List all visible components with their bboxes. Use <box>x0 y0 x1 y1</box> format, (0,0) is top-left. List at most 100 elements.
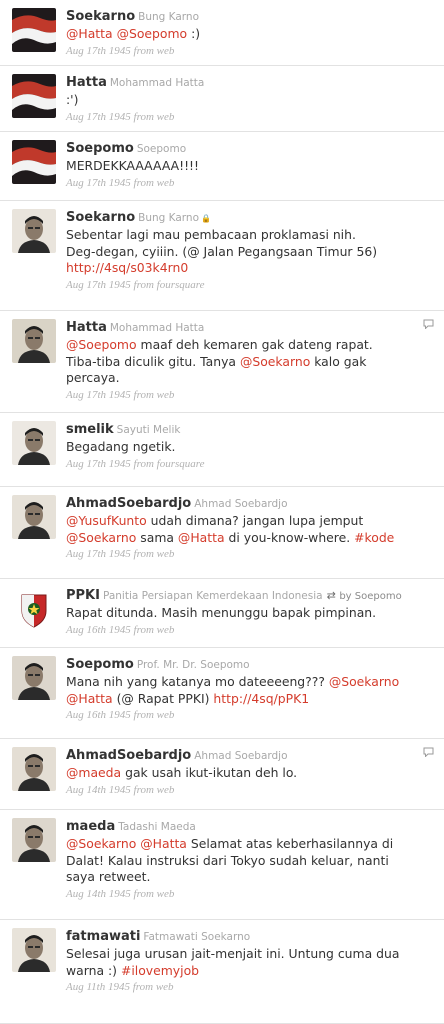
username-link[interactable]: AhmadSoebardjo <box>66 496 191 511</box>
tweet-body: Hatta Mohammad Hatta @Soepomo maaf deh kem… <box>66 317 424 402</box>
reply-icon[interactable] <box>423 319 434 329</box>
full-name: Prof. Mr. Dr. Soepomo <box>136 659 250 671</box>
full-name: Panitia Persiapan Kemerdekaan Indonesia <box>102 590 323 602</box>
tweet-item[interactable]: Hatta Mohammad Hatta @Soepomo maaf deh kem… <box>0 311 444 413</box>
tweet-item[interactable]: PPKI Panitia Persiapan Kemerdekaan Indone… <box>0 579 444 648</box>
username-link[interactable]: Hatta <box>66 75 107 90</box>
tweet-timestamp[interactable]: Aug 16th 1945 from web <box>66 708 424 722</box>
mention-link[interactable]: @YusufKunto <box>66 513 147 528</box>
full-name: Mohammad Hatta <box>109 77 205 89</box>
tweet-text: MERDEKKAAAAAA!!!! <box>66 158 424 175</box>
tweet-text: Mana nih yang katanya mo dateeeeng??? @S… <box>66 674 424 707</box>
portrait-avatar[interactable] <box>12 656 56 700</box>
full-name: Ahmad Soebardjo <box>194 750 288 762</box>
tweet-timestamp[interactable]: Aug 17th 1945 from web <box>66 176 424 190</box>
mention-link[interactable]: @Soepomo <box>66 337 137 352</box>
tweet-item[interactable]: maeda Tadashi Maeda @Soekarno @Hatta Selam… <box>0 810 444 920</box>
username-link[interactable]: Soekarno <box>66 210 135 225</box>
portrait-avatar[interactable] <box>12 818 56 862</box>
hashtag-link[interactable]: #kode <box>354 530 394 545</box>
username-link[interactable]: Soekarno <box>66 9 135 24</box>
username-link[interactable]: AhmadSoebardjo <box>66 748 191 763</box>
tweet-timestamp[interactable]: Aug 14th 1945 from web <box>66 783 424 797</box>
tweet-item[interactable]: Soepomo Prof. Mr. Dr. Soepomo Mana nih yan… <box>0 648 444 739</box>
reply-icon[interactable] <box>423 747 434 757</box>
tweet-item[interactable]: Soekarno Bung Karno 🔒 Sebentar lagi mau pem… <box>0 201 444 311</box>
text-segment: :) <box>187 26 201 41</box>
tweet-header: fatmawati Fatmawati Soekarno <box>66 926 424 946</box>
tweet-text: @YusufKunto udah dimana? jangan lupa jem… <box>66 513 424 546</box>
username-link[interactable]: maeda <box>66 819 115 834</box>
flag-avatar[interactable] <box>12 8 56 52</box>
mention-link[interactable]: @Soekarno <box>66 530 136 545</box>
tweet-text: @maeda gak usah ikut-ikutan deh lo. <box>66 765 424 782</box>
tweet-body: PPKI Panitia Persiapan Kemerdekaan Indone… <box>66 585 424 637</box>
flag-avatar[interactable] <box>12 74 56 118</box>
tweet-header: AhmadSoebardjo Ahmad Soebardjo <box>66 493 424 513</box>
tweet-timestamp[interactable]: Aug 17th 1945 from foursquare <box>66 457 424 471</box>
text-segment: udah dimana? jangan lupa jemput <box>150 513 364 528</box>
tweet-timestamp[interactable]: Aug 14th 1945 from web <box>66 887 424 901</box>
tweet-item[interactable]: smelik Sayuti Melik Begadang ngetik. Aug 17… <box>0 413 444 487</box>
tweet-header: Soekarno Bung Karno 🔒 <box>66 207 424 227</box>
tweet-header: Soepomo Prof. Mr. Dr. Soepomo <box>66 654 424 674</box>
tweet-body: Hatta Mohammad Hatta :') Aug 17th 1945 from… <box>66 72 424 124</box>
mention-link[interactable]: @Soekarno <box>240 354 310 369</box>
emblem-avatar[interactable] <box>12 587 56 631</box>
mention-link[interactable]: @Soekarno <box>329 674 399 689</box>
tweet-timestamp[interactable]: Aug 17th 1945 from web <box>66 547 424 561</box>
tweet-body: maeda Tadashi Maeda @Soekarno @Hatta Selam… <box>66 816 424 901</box>
tweet-body: AhmadSoebardjo Ahmad Soebardjo @maeda gak … <box>66 745 424 797</box>
portrait-avatar[interactable] <box>12 421 56 465</box>
url-link[interactable]: http://4sq/s03k4rn0 <box>66 260 188 275</box>
tweet-timestamp[interactable]: Aug 17th 1945 from web <box>66 110 424 124</box>
mention-link[interactable]: @Hatta <box>178 530 225 545</box>
tweet-header: maeda Tadashi Maeda <box>66 816 424 836</box>
tweet-text: @Soepomo maaf deh kemaren gak dateng rap… <box>66 337 424 387</box>
username-link[interactable]: fatmawati <box>66 929 140 944</box>
tweet-timestamp[interactable]: Aug 11th 1945 from web <box>66 980 424 994</box>
tweet-timestamp[interactable]: Aug 16th 1945 from web <box>66 623 424 637</box>
username-link[interactable]: smelik <box>66 422 114 437</box>
tweet-header: Soekarno Bung Karno <box>66 6 424 26</box>
tweet-item[interactable]: Soekarno Bung Karno @Hatta @Soepomo :) Aug … <box>0 0 444 66</box>
tweet-body: AhmadSoebardjo Ahmad Soebardjo @YusufKunto… <box>66 493 424 561</box>
portrait-avatar[interactable] <box>12 928 56 972</box>
username-link[interactable]: Soepomo <box>66 141 134 156</box>
tweet-body: smelik Sayuti Melik Begadang ngetik. Aug 17… <box>66 419 424 471</box>
tweet-timestamp[interactable]: Aug 17th 1945 from foursquare <box>66 278 424 292</box>
tweet-timestamp[interactable]: Aug 17th 1945 from web <box>66 44 424 58</box>
portrait-avatar[interactable] <box>12 747 56 791</box>
mention-link[interactable]: @Hatta <box>66 26 113 41</box>
tweet-header: PPKI Panitia Persiapan Kemerdekaan Indone… <box>66 585 424 605</box>
url-link[interactable]: http://4sq/pPK1 <box>213 691 309 706</box>
text-segment: :') <box>66 92 79 107</box>
retweet-indicator: ⇄ by Soepomo <box>326 589 402 602</box>
mention-link[interactable]: @Soepomo <box>117 26 188 41</box>
username-link[interactable]: PPKI <box>66 588 100 603</box>
tweet-timestamp[interactable]: Aug 17th 1945 from web <box>66 388 424 402</box>
hashtag-link[interactable]: #ilovemyjob <box>121 963 199 978</box>
flag-avatar[interactable] <box>12 140 56 184</box>
mention-link[interactable]: @Soekarno <box>66 836 136 851</box>
tweet-text: Begadang ngetik. <box>66 439 424 456</box>
retweet-icon: ⇄ <box>326 589 340 602</box>
portrait-avatar[interactable] <box>12 319 56 363</box>
portrait-avatar[interactable] <box>12 209 56 253</box>
tweet-item[interactable]: AhmadSoebardjo Ahmad Soebardjo @maeda gak … <box>0 739 444 810</box>
tweet-item[interactable]: Soepomo Soepomo MERDEKKAAAAAA!!!! Aug 17th … <box>0 132 444 201</box>
mention-link[interactable]: @Hatta <box>66 691 113 706</box>
mention-link[interactable]: @Hatta <box>140 836 187 851</box>
username-link[interactable]: Hatta <box>66 320 107 335</box>
tweet-item[interactable]: AhmadSoebardjo Ahmad Soebardjo @YusufKunto… <box>0 487 444 579</box>
tweet-text: Sebentar lagi mau pembacaan proklamasi n… <box>66 227 424 277</box>
tweet-body: Soepomo Prof. Mr. Dr. Soepomo Mana nih yan… <box>66 654 424 722</box>
username-link[interactable]: Soepomo <box>66 657 134 672</box>
text-segment: Rapat ditunda. Masih menunggu bapak pimp… <box>66 605 377 620</box>
tweet-body: fatmawati Fatmawati Soekarno Selesai juga … <box>66 926 424 994</box>
text-segment: sama <box>136 529 178 545</box>
mention-link[interactable]: @maeda <box>66 765 121 780</box>
tweet-item[interactable]: fatmawati Fatmawati Soekarno Selesai juga … <box>0 920 444 1024</box>
portrait-avatar[interactable] <box>12 495 56 539</box>
tweet-item[interactable]: Hatta Mohammad Hatta :') Aug 17th 1945 from… <box>0 66 444 132</box>
